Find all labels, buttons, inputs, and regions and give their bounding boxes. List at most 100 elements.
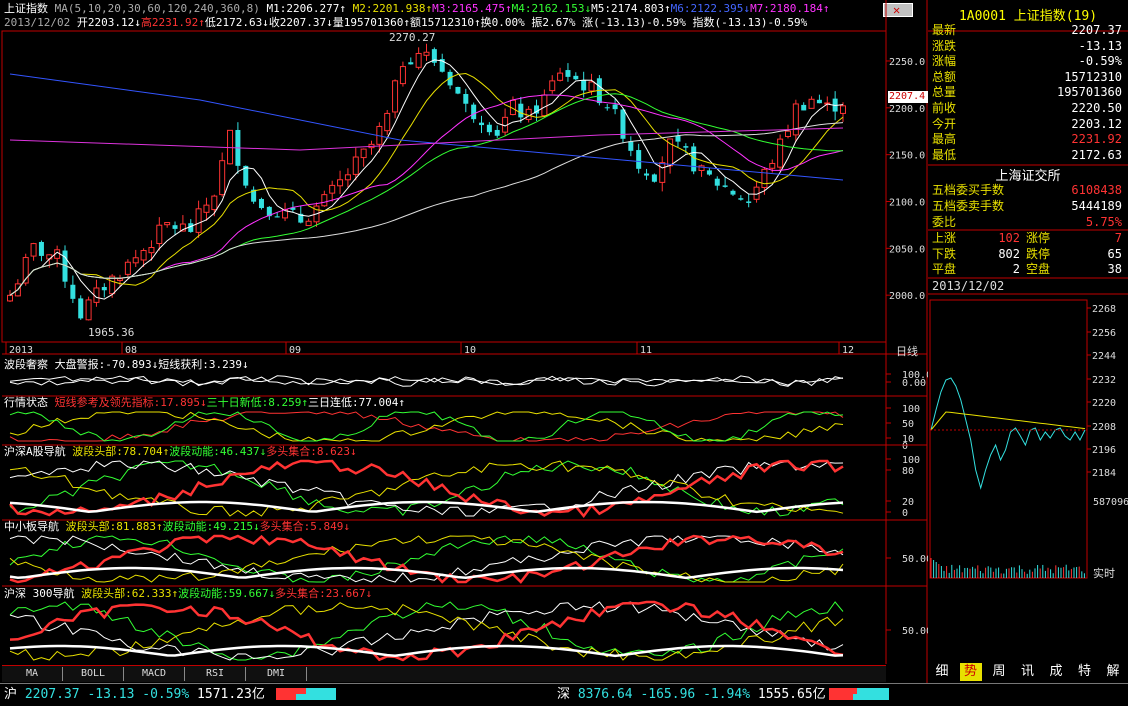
panel2-tick-2: 20 [902,497,914,508]
candle-61 [486,124,492,133]
candle-85 [675,135,681,142]
candle-44 [352,156,359,175]
right-tab-5[interactable]: 特 [1074,663,1096,681]
panel-title-p1: 波段奢察 大盘警报:-70.893↓短线获利:3.239↓ [4,358,249,371]
candle-42 [337,179,344,187]
candle-90 [714,178,720,186]
panel1-line-2 [9,411,844,442]
panel4-seg-1: 波段头部:62.333↑ [81,587,179,600]
breadth-label-a-2: 平盘 [932,262,957,276]
candle-24 [195,208,202,233]
candle-70 [557,72,564,81]
candle-57 [455,86,461,94]
shenzhen-ratio-bar [829,688,889,700]
panel-title-p3: 沪深A股导航 波段头部:78.704↑波段动能:46.437↓多头集合:8.62… [4,445,357,458]
right-tab-4[interactable]: 成 [1045,663,1067,681]
candle-40 [321,194,328,207]
candle-106 [840,105,846,114]
right-tab-3[interactable]: 讯 [1017,663,1039,681]
mini-y-tick-0: 2268 [1092,304,1116,315]
candle-74 [588,81,595,92]
panel-title-p2: 行情状态 短线参考及领先指标:17.895↓三十日新低:8.259↑三日连低:7… [4,396,405,409]
book-row-0: 五档委买手数 6108438 [930,183,1126,198]
panel3-tick-0: 50.00 [902,554,928,565]
candle-103 [816,99,822,104]
panel4-seg-0: 沪深 300导航 [4,587,82,600]
candle-51 [408,62,414,65]
right-tab-6[interactable]: 解 [1102,663,1124,681]
candle-96 [761,168,768,188]
candle-101 [801,104,807,111]
right-tab-2[interactable]: 周 [988,663,1010,681]
panel0-seg-1: 大盘警报:-70.893↓ [54,358,159,371]
quote-row-6-value: 2203.12 [1071,116,1122,131]
candle-60 [479,122,485,126]
candle-27 [219,160,226,196]
y-tick-2: 2150.0 [889,151,925,162]
candle-5 [46,254,53,260]
stl-seg-4: 1571.23亿 [189,687,265,702]
candle-41 [329,184,336,194]
candle-89 [706,170,712,175]
candle-99 [784,130,791,137]
ma60-line [9,122,844,296]
panel-title-p5: 沪深 300导航 波段头部:62.333↑波段动能:59.667↓多头集合:23… [4,587,372,600]
panel4-seg-2: 波段动能:59.667↓ [178,587,276,600]
quote-row-2-value: -0.59% [1078,54,1122,69]
right-tab-0[interactable]: 细 [931,663,953,681]
tab-rsi[interactable]: RSI [185,667,246,681]
panel1-seg-1: 短线参考及领先指标:17.895↓ [54,396,207,409]
book-row-1-label: 五档委卖手数 [932,199,1005,213]
candle-21 [172,225,178,229]
candle-49 [392,80,399,113]
candle-17 [140,250,147,261]
candle-20 [164,222,171,226]
quote-row-0: 最新 2207.37 [930,23,1126,38]
tab-dmi[interactable]: DMI [246,667,307,681]
breadth-value-a-1: 802 [998,246,1020,261]
candle-80 [636,150,642,169]
breadth-label-a-0: 上涨 [932,231,957,245]
panel3-seg-1: 波段头部:81.883↑ [65,520,163,533]
panel2-seg-1: 波段头部:78.704↑ [72,445,170,458]
mini-y-tick-3: 2232 [1092,375,1116,386]
candle-81 [644,173,650,176]
panel1-tick-0: 100 [902,404,920,415]
period-label[interactable]: 日线 [896,343,918,359]
breadth-label-b-2: 空盘 [1026,262,1051,276]
panel4-seg-3: 多头集合:23.667↓ [275,587,373,600]
candle-0 [7,294,13,302]
price-candles [7,43,846,321]
chart-area[interactable]: 2250.0 2200.0 2150.0 2100.0 2050.0 2000.0 20 1… [0,0,928,684]
breadth-value-b-1: 65 [1107,246,1122,261]
tab-ma[interactable]: MA [2,667,63,681]
candle-102 [808,98,815,109]
candle-15 [124,261,131,275]
mini-y-tick-2: 2244 [1092,351,1116,362]
candle-12 [101,287,107,291]
y-tick-5: 2000.0 [889,291,925,302]
right-tab-1[interactable]: 势 [959,663,982,681]
panel1-seg-2: 三十日新低:8.259↑ [206,396,308,409]
quote-row-4-value: 195701360 [1056,85,1122,100]
book-row-1-value: 5444189 [1071,199,1122,213]
tab-macd[interactable]: MACD [124,667,185,681]
candle-91 [722,185,728,187]
candle-86 [683,146,689,148]
candle-98 [777,138,784,168]
status-shanghai: 沪 2207.37 -13.13 -0.59% 1571.23亿 [4,684,265,706]
candle-45 [360,148,367,159]
quote-row-8-label: 最低 [932,147,957,162]
candle-69 [549,80,556,92]
panel3-seg-2: 波段动能:49.215↓ [162,520,260,533]
main-price-frame [1,30,887,343]
candle-52 [415,52,422,68]
panel3-seg-0: 中小板导航 [4,520,66,533]
realtime-label: 实时 [1093,567,1115,580]
panel2-tick-3: 0 [902,508,908,519]
ma20-line [9,94,844,296]
tab-boll[interactable]: BOLL [63,667,124,681]
candle-93 [738,198,744,200]
candle-76 [604,107,610,109]
candle-13 [109,275,116,295]
